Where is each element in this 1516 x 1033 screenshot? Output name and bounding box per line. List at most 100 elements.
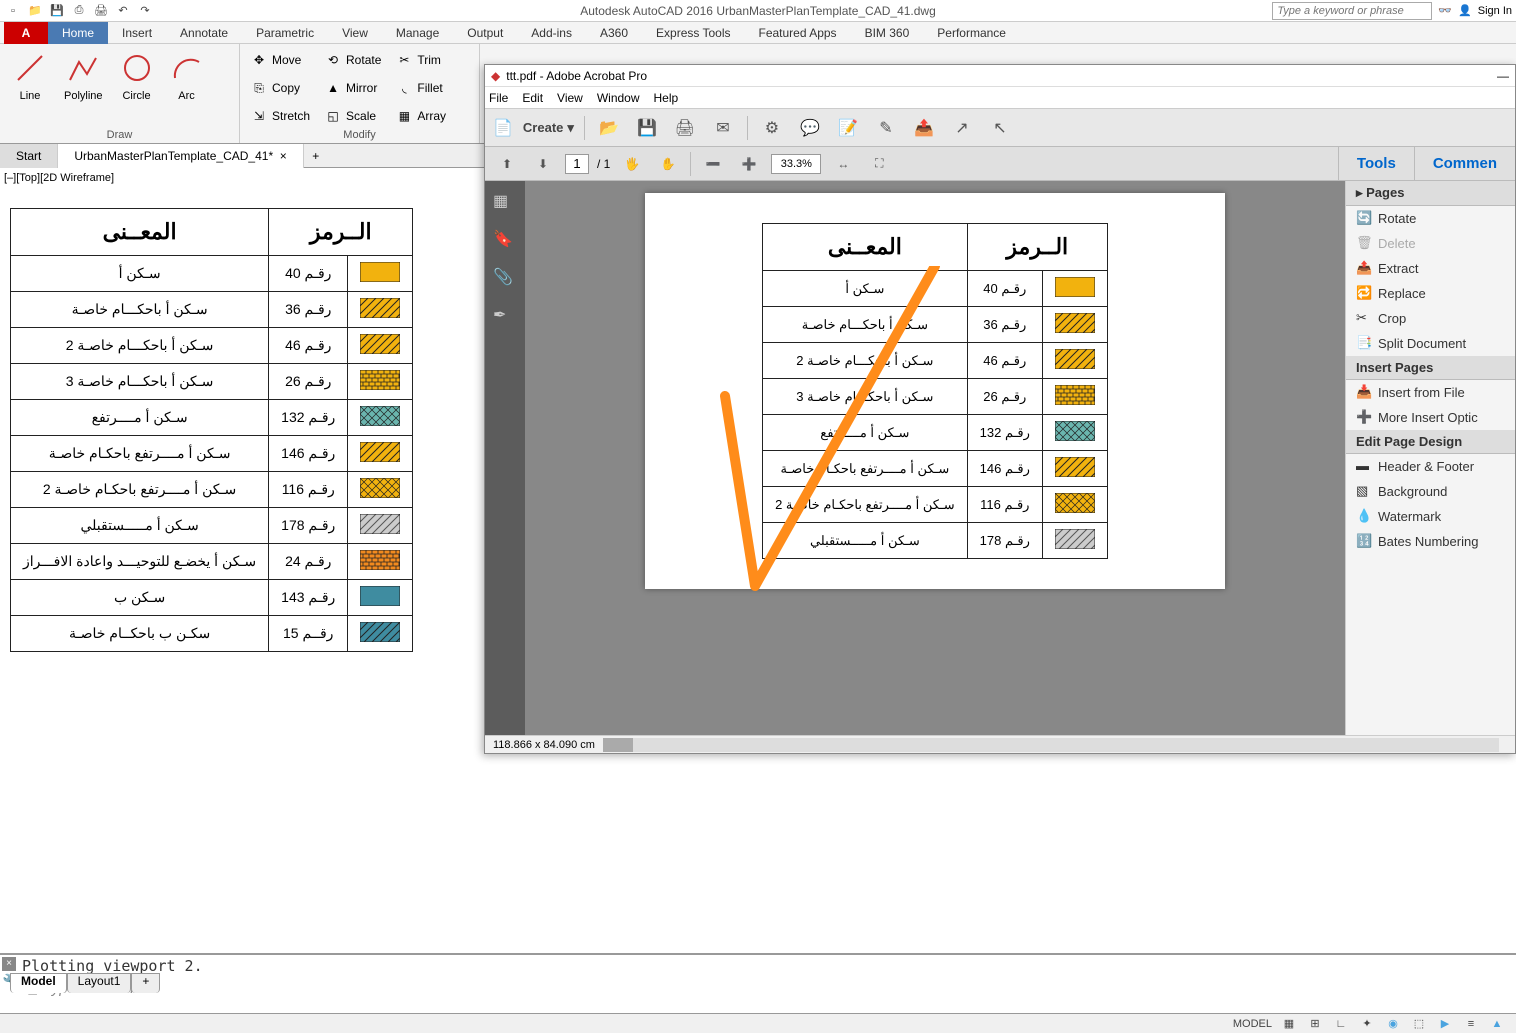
add-layout-tab[interactable]: +: [131, 973, 160, 993]
undo-icon[interactable]: ↶: [114, 2, 132, 20]
replace-item[interactable]: 🔁Replace: [1346, 281, 1515, 306]
new-tab-button[interactable]: +: [304, 149, 328, 163]
tab-parametric[interactable]: Parametric: [242, 22, 328, 44]
array-button[interactable]: ▦Array: [395, 104, 446, 128]
open-icon[interactable]: 📂: [595, 114, 623, 142]
snap-icon[interactable]: ⊞: [1306, 1016, 1324, 1032]
rotate-item[interactable]: 🔄Rotate: [1346, 206, 1515, 231]
note-icon[interactable]: 📝: [834, 114, 862, 142]
tab-output[interactable]: Output: [453, 22, 517, 44]
signatures-icon[interactable]: ✒: [493, 305, 517, 329]
tab-home[interactable]: Home: [48, 22, 108, 44]
extract-item[interactable]: 📤Extract: [1346, 256, 1515, 281]
thumbnails-icon[interactable]: ▦: [493, 191, 517, 215]
zoom-input[interactable]: [771, 154, 821, 174]
tab-annotate[interactable]: Annotate: [166, 22, 242, 44]
zoom-out-icon[interactable]: ➖: [699, 150, 727, 178]
fit-page-icon[interactable]: ⛶: [865, 150, 893, 178]
move-button[interactable]: ✥Move: [250, 48, 310, 72]
drawing-viewport[interactable]: [‒][Top][2D Wireframe] المعــنىالــرمز س…: [0, 168, 484, 788]
info-icon[interactable]: 👓: [1438, 4, 1452, 17]
zoom-in-icon[interactable]: ➕: [735, 150, 763, 178]
tab-manage[interactable]: Manage: [382, 22, 453, 44]
more-insert-item[interactable]: ➕More Insert Optic: [1346, 405, 1515, 430]
model-tab[interactable]: Model: [10, 973, 67, 993]
file-tab-start[interactable]: Start: [0, 144, 58, 168]
menu-view[interactable]: View: [557, 91, 583, 105]
dyn-icon[interactable]: ▶: [1436, 1016, 1454, 1032]
export-icon[interactable]: 📤: [910, 114, 938, 142]
delete-item[interactable]: 🗑Delete: [1346, 231, 1515, 256]
osnap-icon[interactable]: ◉: [1384, 1016, 1402, 1032]
page-down-icon[interactable]: ⬇: [529, 150, 557, 178]
signin-link[interactable]: Sign In: [1478, 5, 1512, 17]
menu-help[interactable]: Help: [654, 91, 679, 105]
cursor-icon[interactable]: ↖: [986, 114, 1014, 142]
app-button[interactable]: A: [4, 22, 48, 44]
acrobat-page-view[interactable]: المعــنىالــرمز سـكن أرقـم 40سـكن أ باحك…: [525, 181, 1345, 735]
stretch-button[interactable]: ⇲Stretch: [250, 104, 310, 128]
sign-icon[interactable]: ✎: [872, 114, 900, 142]
tab-express[interactable]: Express Tools: [642, 22, 744, 44]
trim-button[interactable]: ✂Trim: [395, 48, 446, 72]
anno-icon[interactable]: ▲: [1488, 1016, 1506, 1032]
crop-item[interactable]: ✂Crop: [1346, 306, 1515, 331]
email-icon[interactable]: ✉: [709, 114, 737, 142]
save-icon[interactable]: 💾: [48, 2, 66, 20]
3dosnap-icon[interactable]: ⬚: [1410, 1016, 1428, 1032]
insert-file-item[interactable]: 📥Insert from File: [1346, 380, 1515, 405]
ortho-icon[interactable]: ∟: [1332, 1016, 1350, 1032]
tab-bim360[interactable]: BIM 360: [851, 22, 924, 44]
fit-width-icon[interactable]: ↔: [829, 150, 857, 178]
menu-window[interactable]: Window: [597, 91, 640, 105]
select-icon[interactable]: 🖐: [618, 150, 646, 178]
polyline-button[interactable]: Polyline: [58, 46, 109, 104]
bates-item[interactable]: 🔢Bates Numbering: [1346, 529, 1515, 554]
rotate-button[interactable]: ⟲Rotate: [324, 48, 381, 72]
file-tab-doc[interactable]: UrbanMasterPlanTemplate_CAD_41* ×: [58, 144, 303, 168]
page-up-icon[interactable]: ⬆: [493, 150, 521, 178]
horizontal-scrollbar[interactable]: [603, 738, 633, 752]
open-icon[interactable]: 📁: [26, 2, 44, 20]
save-icon[interactable]: 💾: [633, 114, 661, 142]
tab-performance[interactable]: Performance: [923, 22, 1020, 44]
arc-button[interactable]: Arc: [165, 46, 209, 104]
tab-view[interactable]: View: [328, 22, 382, 44]
view-controls[interactable]: [‒][Top][2D Wireframe]: [0, 168, 484, 188]
scale-button[interactable]: ◱Scale: [324, 104, 381, 128]
copy-button[interactable]: ⎘Copy: [250, 76, 310, 100]
comment-tab[interactable]: Commen: [1414, 147, 1515, 181]
tools-tab[interactable]: Tools: [1338, 147, 1414, 181]
plot-icon[interactable]: 🖨: [92, 2, 110, 20]
page-number-input[interactable]: [565, 154, 589, 174]
header-footer-item[interactable]: ▬Header & Footer: [1346, 454, 1515, 479]
tab-insert[interactable]: Insert: [108, 22, 166, 44]
split-item[interactable]: 📑Split Document: [1346, 331, 1515, 356]
tab-addins[interactable]: Add-ins: [517, 22, 586, 44]
saveas-icon[interactable]: ⎙: [70, 2, 88, 20]
lwt-icon[interactable]: ≡: [1462, 1016, 1480, 1032]
new-icon[interactable]: ▫: [4, 2, 22, 20]
cmdline-close[interactable]: ×: [2, 957, 16, 971]
search-input[interactable]: [1272, 2, 1432, 20]
comment-icon[interactable]: 💬: [796, 114, 824, 142]
grid-icon[interactable]: ▦: [1280, 1016, 1298, 1032]
redo-icon[interactable]: ↷: [136, 2, 154, 20]
background-item[interactable]: ▧Background: [1346, 479, 1515, 504]
arrow-icon[interactable]: ↗: [948, 114, 976, 142]
layout1-tab[interactable]: Layout1: [67, 973, 132, 993]
menu-file[interactable]: File: [489, 91, 508, 105]
gear-icon[interactable]: ⚙: [758, 114, 786, 142]
create-button[interactable]: Create ▾: [523, 120, 574, 136]
modelspace-label[interactable]: MODEL: [1233, 1018, 1272, 1030]
attachments-icon[interactable]: 📎: [493, 267, 517, 291]
fillet-button[interactable]: ◟Fillet: [395, 76, 446, 100]
watermark-item[interactable]: 💧Watermark: [1346, 504, 1515, 529]
line-button[interactable]: Line: [8, 46, 52, 104]
user-icon[interactable]: 👤: [1458, 4, 1472, 17]
circle-button[interactable]: Circle: [115, 46, 159, 104]
bookmarks-icon[interactable]: 🔖: [493, 229, 517, 253]
polar-icon[interactable]: ✦: [1358, 1016, 1376, 1032]
pages-header[interactable]: ▸ Pages: [1346, 181, 1515, 206]
create-pdf-icon[interactable]: 📄: [493, 118, 513, 138]
